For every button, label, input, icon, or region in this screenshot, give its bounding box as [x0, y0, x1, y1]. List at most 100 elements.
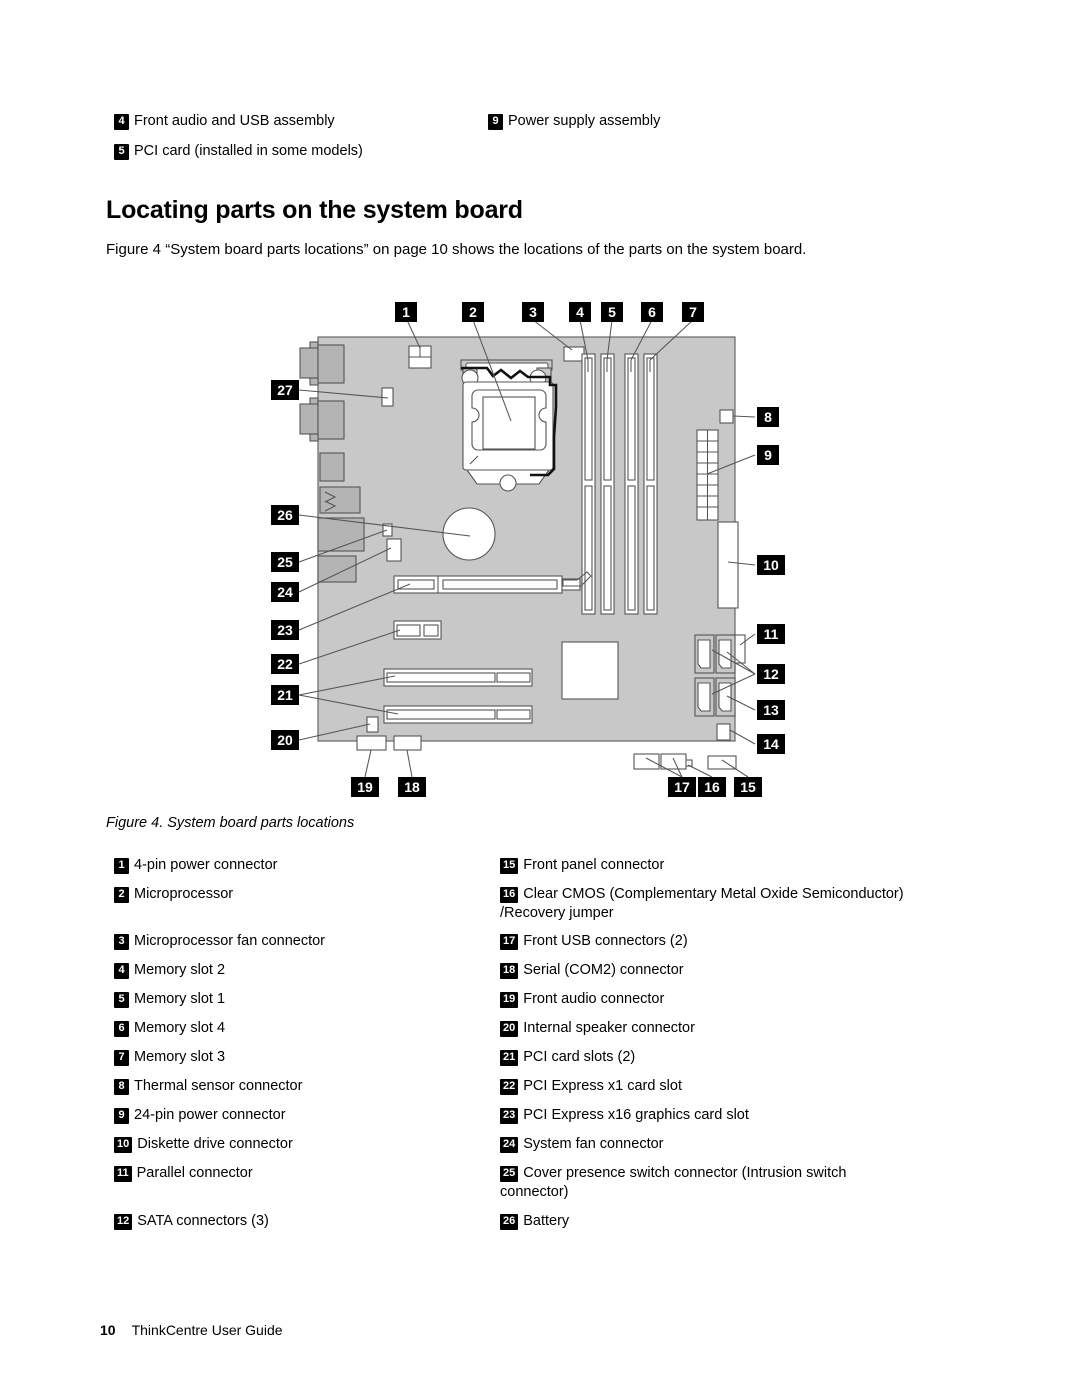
continued-list-item: 9 Power supply assembly: [488, 113, 660, 131]
list-item: 12 SATA connectors (3): [114, 1212, 269, 1231]
svg-text:17: 17: [674, 779, 690, 795]
svg-text:14: 14: [763, 736, 779, 752]
continued-parts-list: 4 Front audio and USB assembly 9 Power sup…: [114, 113, 974, 173]
item-number-badge: 26: [500, 1214, 519, 1230]
list-item: 22 PCI Express x1 card slot: [500, 1077, 682, 1096]
svg-text:12: 12: [763, 666, 779, 682]
list-item: 25 Cover presence switch connector (Intru…: [500, 1164, 846, 1202]
list-item: 24 System fan connector: [500, 1135, 664, 1154]
item-label-continuation: /Recovery jumper: [500, 905, 614, 921]
list-item: 10 Diskette drive connector: [114, 1135, 293, 1154]
callout-badge: 26: [271, 505, 299, 525]
item-number-badge: 8: [114, 1079, 129, 1095]
svg-text:11: 11: [764, 626, 779, 642]
callout-badge: 12: [757, 664, 785, 684]
item-label: Internal speaker connector: [523, 1020, 695, 1036]
item-number-badge: 17: [500, 934, 519, 950]
list-item: 3 Microprocessor fan connector: [114, 932, 325, 951]
svg-text:20: 20: [277, 732, 293, 748]
item-number-badge: 4: [114, 114, 129, 130]
item-number-badge: 15: [500, 858, 519, 874]
item-label: Clear CMOS (Complementary Metal Oxide Se…: [523, 886, 904, 902]
svg-text:26: 26: [277, 507, 293, 523]
callout-badge: 6: [641, 302, 663, 322]
item-label: PCI Express x1 card slot: [523, 1078, 682, 1094]
callout-badge: 25: [271, 552, 299, 572]
item-label: Parallel connector: [136, 1165, 253, 1181]
footer-page-number: 10: [100, 1322, 116, 1338]
item-number-badge: 3: [114, 934, 129, 950]
svg-text:7: 7: [689, 304, 697, 320]
svg-text:23: 23: [277, 622, 293, 638]
item-label: Memory slot 2: [134, 962, 226, 978]
item-number-badge: 22: [500, 1079, 519, 1095]
item-number-badge: 4: [114, 963, 129, 979]
list-item: 2 Microprocessor: [114, 885, 233, 904]
callout-badge: 9: [757, 445, 779, 465]
list-item: 18 Serial (COM2) connector: [500, 961, 684, 980]
item-number-badge: 18: [500, 963, 519, 979]
item-number-badge: 16: [500, 887, 519, 903]
continued-list-item: 4 Front audio and USB assembly: [114, 113, 335, 131]
item-number-badge: 11: [114, 1166, 132, 1182]
callout-badge: 21: [271, 685, 299, 705]
item-label: Front panel connector: [523, 857, 665, 873]
item-label: Cover presence switch connector (Intrusi…: [523, 1165, 847, 1181]
item-number-badge: 9: [488, 114, 503, 130]
item-number-badge: 7: [114, 1050, 129, 1066]
list-item: 5 Memory slot 1: [114, 990, 225, 1009]
item-number-badge: 1: [114, 858, 129, 874]
svg-text:5: 5: [608, 304, 616, 320]
svg-text:15: 15: [740, 779, 756, 795]
svg-text:2: 2: [469, 304, 477, 320]
list-item: 16 Clear CMOS (Complementary Metal Oxide …: [500, 885, 904, 923]
svg-text:16: 16: [704, 779, 720, 795]
item-label: 4-pin power connector: [134, 857, 278, 873]
callout-badge: 4: [569, 302, 591, 322]
list-item: 20 Internal speaker connector: [500, 1019, 695, 1038]
svg-text:19: 19: [357, 779, 373, 795]
callout-badge: 11: [757, 624, 785, 644]
item-number-badge: 10: [114, 1137, 133, 1153]
svg-text:22: 22: [277, 656, 293, 672]
svg-text:10: 10: [763, 557, 779, 573]
callout-badge: 22: [271, 654, 299, 674]
item-label: Front audio and USB assembly: [134, 113, 335, 129]
item-label-continuation: connector): [500, 1184, 569, 1200]
list-item: 21 PCI card slots (2): [500, 1048, 635, 1067]
footer-guide-title: ThinkCentre User Guide: [131, 1322, 283, 1338]
svg-text:1: 1: [402, 304, 410, 320]
list-item: 9 24-pin power connector: [114, 1106, 286, 1125]
item-label: Power supply assembly: [508, 113, 661, 129]
item-number-badge: 21: [500, 1050, 519, 1066]
svg-text:9: 9: [764, 447, 772, 463]
callout-badge: 3: [522, 302, 544, 322]
item-number-badge: 19: [500, 992, 519, 1008]
svg-text:6: 6: [648, 304, 656, 320]
continued-list-row: 4 Front audio and USB assembly 9 Power sup…: [114, 113, 974, 143]
item-number-badge: 5: [114, 992, 129, 1008]
item-label: Front USB connectors (2): [523, 933, 688, 949]
callout-badge: 8: [757, 407, 779, 427]
callout-badge: 7: [682, 302, 704, 322]
item-label: System fan connector: [523, 1136, 664, 1152]
item-label: PCI card (installed in some models): [134, 143, 363, 159]
item-label: Thermal sensor connector: [134, 1078, 303, 1094]
callout-badge: 1: [395, 302, 417, 322]
item-label: Microprocessor: [134, 886, 234, 902]
item-number-badge: 24: [500, 1137, 519, 1153]
item-number-badge: 20: [500, 1021, 519, 1037]
item-label: Microprocessor fan connector: [134, 933, 325, 949]
list-item: 11 Parallel connector: [114, 1164, 253, 1183]
intro-paragraph: Figure 4 “System board parts locations” …: [106, 241, 807, 258]
list-item: 15 Front panel connector: [500, 856, 664, 875]
svg-text:18: 18: [404, 779, 420, 795]
callout-badge: 19: [351, 777, 379, 797]
item-label: 24-pin power connector: [134, 1107, 286, 1123]
callout-badge: 23: [271, 620, 299, 640]
list-item: 1 4-pin power connector: [114, 856, 277, 875]
item-number-badge: 5: [114, 144, 129, 160]
callout-badge: 16: [698, 777, 726, 797]
svg-text:4: 4: [576, 304, 584, 320]
item-label: PCI card slots (2): [523, 1049, 636, 1065]
